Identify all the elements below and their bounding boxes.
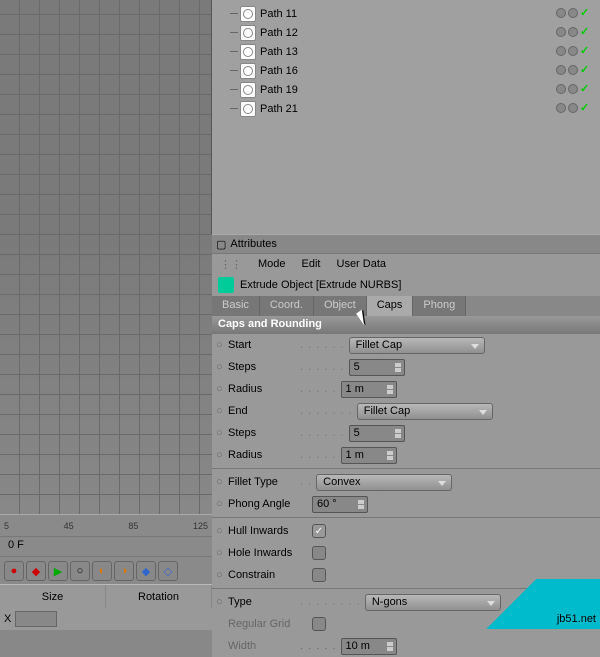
prop-phong-angle: ○Phong Angle60 ° xyxy=(212,493,600,515)
section-caps-rounding: Caps and Rounding xyxy=(212,316,600,334)
axis-x-label: X xyxy=(4,613,11,625)
radius2-spinner[interactable]: 1 m xyxy=(341,447,397,464)
tick: 5 xyxy=(4,521,9,531)
visibility-dots[interactable]: ✓ xyxy=(556,27,592,39)
prop-steps2: ○Steps. . . . . .5 xyxy=(212,422,600,444)
rotation-header: Rotation xyxy=(106,585,212,608)
watermark: jb51.net xyxy=(460,579,600,629)
autokey-button[interactable]: ▶ xyxy=(48,561,68,581)
phong-spinner[interactable]: 60 ° xyxy=(312,496,368,513)
tree-item[interactable]: Path 21 ✓ xyxy=(212,99,600,118)
size-header: Size xyxy=(0,585,106,608)
prop-hull-inwards: ○Hull Inwards xyxy=(212,520,600,542)
tree-label: Path 13 xyxy=(260,46,298,58)
prop-radius2: ○Radius. . . . .1 m xyxy=(212,444,600,466)
tab-phong[interactable]: Phong xyxy=(413,296,466,316)
menu-mode[interactable]: Mode xyxy=(258,258,286,270)
path-icon xyxy=(240,44,256,60)
object-name: Extrude Object [Extrude NURBS] xyxy=(240,279,401,291)
object-hierarchy-panel[interactable]: Path 11 ✓ Path 12 ✓ Path 13 ✓ Path 16 ✓ Path… xyxy=(212,0,600,234)
tick: 125 xyxy=(193,521,208,531)
visibility-dots[interactable]: ✓ xyxy=(556,103,592,115)
tree-label: Path 16 xyxy=(260,65,298,77)
collapse-icon[interactable]: ▢ xyxy=(216,238,226,251)
attribute-tabs: Basic Coord. Object Caps Phong xyxy=(212,296,600,316)
viewport-lower: 5 45 85 125 0 F ● ◆ ▶ ○ ◐ ◑ ◆ ◇ Size Rot… xyxy=(0,234,212,657)
key-scale-button[interactable]: ◑ xyxy=(114,561,134,581)
tree-item[interactable]: Path 13 ✓ xyxy=(212,42,600,61)
coord-headers: Size Rotation xyxy=(0,584,212,608)
tab-coord[interactable]: Coord. xyxy=(260,296,314,316)
path-icon xyxy=(240,6,256,22)
fillet-dropdown[interactable]: Convex xyxy=(316,474,452,491)
prop-steps1: ○Steps. . . . . .5 xyxy=(212,356,600,378)
tab-basic[interactable]: Basic xyxy=(212,296,260,316)
start-dropdown[interactable]: Fillet Cap xyxy=(349,337,485,354)
record-button[interactable]: ● xyxy=(4,561,24,581)
tree-item[interactable]: Path 11 ✓ xyxy=(212,4,600,23)
visibility-dots[interactable]: ✓ xyxy=(556,65,592,77)
prop-radius1: ○Radius. . . . .1 m xyxy=(212,378,600,400)
path-icon xyxy=(240,101,256,117)
grid-floor xyxy=(0,0,211,234)
viewport-content xyxy=(0,0,211,234)
tree-label: Path 21 xyxy=(260,103,298,115)
attributes-title: Attributes xyxy=(230,238,276,250)
menu-edit[interactable]: Edit xyxy=(302,258,321,270)
tick: 85 xyxy=(128,521,138,531)
hull-checkbox[interactable] xyxy=(312,524,326,538)
visibility-dots[interactable]: ✓ xyxy=(556,8,592,20)
menu-userdata[interactable]: User Data xyxy=(337,258,387,270)
steps2-spinner[interactable]: 5 xyxy=(349,425,405,442)
key-param-button[interactable]: ◆ xyxy=(136,561,156,581)
constrain-checkbox[interactable] xyxy=(312,568,326,582)
path-icon xyxy=(240,63,256,79)
tree-item[interactable]: Path 16 ✓ xyxy=(212,61,600,80)
playback-toolbar: ● ◆ ▶ ○ ◐ ◑ ◆ ◇ xyxy=(0,556,212,584)
tree-label: Path 19 xyxy=(260,84,298,96)
key-button[interactable]: ◆ xyxy=(26,561,46,581)
path-icon xyxy=(240,82,256,98)
size-x-input[interactable] xyxy=(15,611,57,627)
visibility-dots[interactable]: ✓ xyxy=(556,46,592,58)
extrude-icon xyxy=(218,277,234,293)
visibility-dots[interactable]: ✓ xyxy=(556,84,592,96)
mouse-cursor-icon xyxy=(359,309,375,329)
end-dropdown[interactable]: Fillet Cap xyxy=(357,403,493,420)
hole-checkbox[interactable] xyxy=(312,546,326,560)
prop-end: ○End. . . . . . .Fillet Cap xyxy=(212,400,600,422)
key-rot-button[interactable]: ◐ xyxy=(92,561,112,581)
viewport-3d[interactable] xyxy=(0,0,212,234)
prop-width: Width. . . . .10 m xyxy=(212,635,600,657)
key-pla-button[interactable]: ◇ xyxy=(158,561,178,581)
coord-row-x: X xyxy=(0,608,212,630)
attributes-header: ▢ Attributes xyxy=(212,234,600,254)
prop-fillet-type: ○Fillet Type. .Convex xyxy=(212,471,600,493)
frame-display: 0 F xyxy=(8,539,24,554)
viewport-lower-content[interactable] xyxy=(0,234,212,514)
radius1-spinner[interactable]: 1 m xyxy=(341,381,397,398)
tree-label: Path 12 xyxy=(260,27,298,39)
path-icon xyxy=(240,25,256,41)
timeline-ruler[interactable]: 5 45 85 125 xyxy=(0,514,212,536)
steps1-spinner[interactable]: 5 xyxy=(349,359,405,376)
grip-icon: ⋮⋮ xyxy=(220,258,242,271)
prop-start: ○Start. . . . . .Fillet Cap xyxy=(212,334,600,356)
tree-label: Path 11 xyxy=(260,8,297,20)
key-pos-button[interactable]: ○ xyxy=(70,561,90,581)
prop-hole-inwards: ○Hole Inwards xyxy=(212,542,600,564)
status-bar: 0 F xyxy=(0,536,212,556)
object-name-row: Extrude Object [Extrude NURBS] xyxy=(212,274,600,296)
width-spinner[interactable]: 10 m xyxy=(341,638,397,655)
tree-item[interactable]: Path 19 ✓ xyxy=(212,80,600,99)
tick: 45 xyxy=(64,521,74,531)
attributes-menubar: ⋮⋮ Mode Edit User Data xyxy=(212,254,600,274)
tree-item[interactable]: Path 12 ✓ xyxy=(212,23,600,42)
